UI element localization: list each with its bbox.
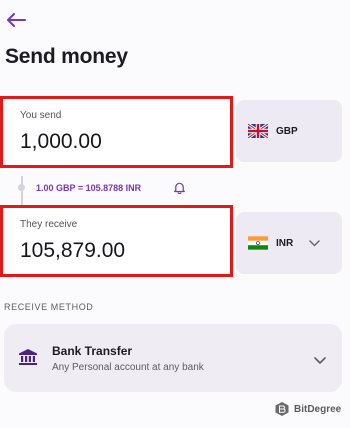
receive-currency-select[interactable]: INR <box>236 212 342 274</box>
india-flag-icon <box>248 236 268 250</box>
rate-dot <box>18 184 25 191</box>
receive-amount-value[interactable]: 105,879.00 <box>20 239 125 263</box>
chevron-down-icon <box>309 239 320 247</box>
chevron-down-icon <box>314 352 326 370</box>
receive-method-subtitle: Any Personal account at any bank <box>52 362 204 373</box>
send-currency-code: GBP <box>276 125 298 137</box>
receive-currency-code: INR <box>276 237 294 249</box>
uk-flag-icon <box>248 124 268 138</box>
bitdegree-logo-icon <box>275 402 289 416</box>
receive-method-heading: RECEIVE METHOD <box>4 302 94 312</box>
send-amount-field[interactable]: You send 1,000.00 <box>8 98 233 168</box>
receive-method-title: Bank Transfer <box>52 344 133 358</box>
receive-row: They receive 105,879.00 INR <box>0 205 350 277</box>
receive-amount-field[interactable]: They receive 105,879.00 <box>8 207 233 277</box>
send-currency-select[interactable]: GBP <box>236 100 342 162</box>
page-title: Send money <box>5 45 128 68</box>
exchange-rate-text: 1.00 GBP = 105.8788 INR <box>36 183 142 193</box>
arrow-left-icon <box>7 13 26 27</box>
watermark-text: BitDegree <box>294 403 342 415</box>
receive-amount-label: They receive <box>20 219 78 230</box>
receive-method-select[interactable]: Bank Transfer Any Personal account at an… <box>4 324 342 392</box>
bank-icon <box>19 349 37 365</box>
bell-icon[interactable] <box>173 181 186 194</box>
back-button[interactable] <box>4 8 28 32</box>
send-amount-value[interactable]: 1,000.00 <box>20 130 102 154</box>
send-amount-label: You send <box>20 110 62 121</box>
watermark: BitDegree <box>274 401 341 417</box>
send-row: You send 1,000.00 GBP <box>0 96 350 168</box>
